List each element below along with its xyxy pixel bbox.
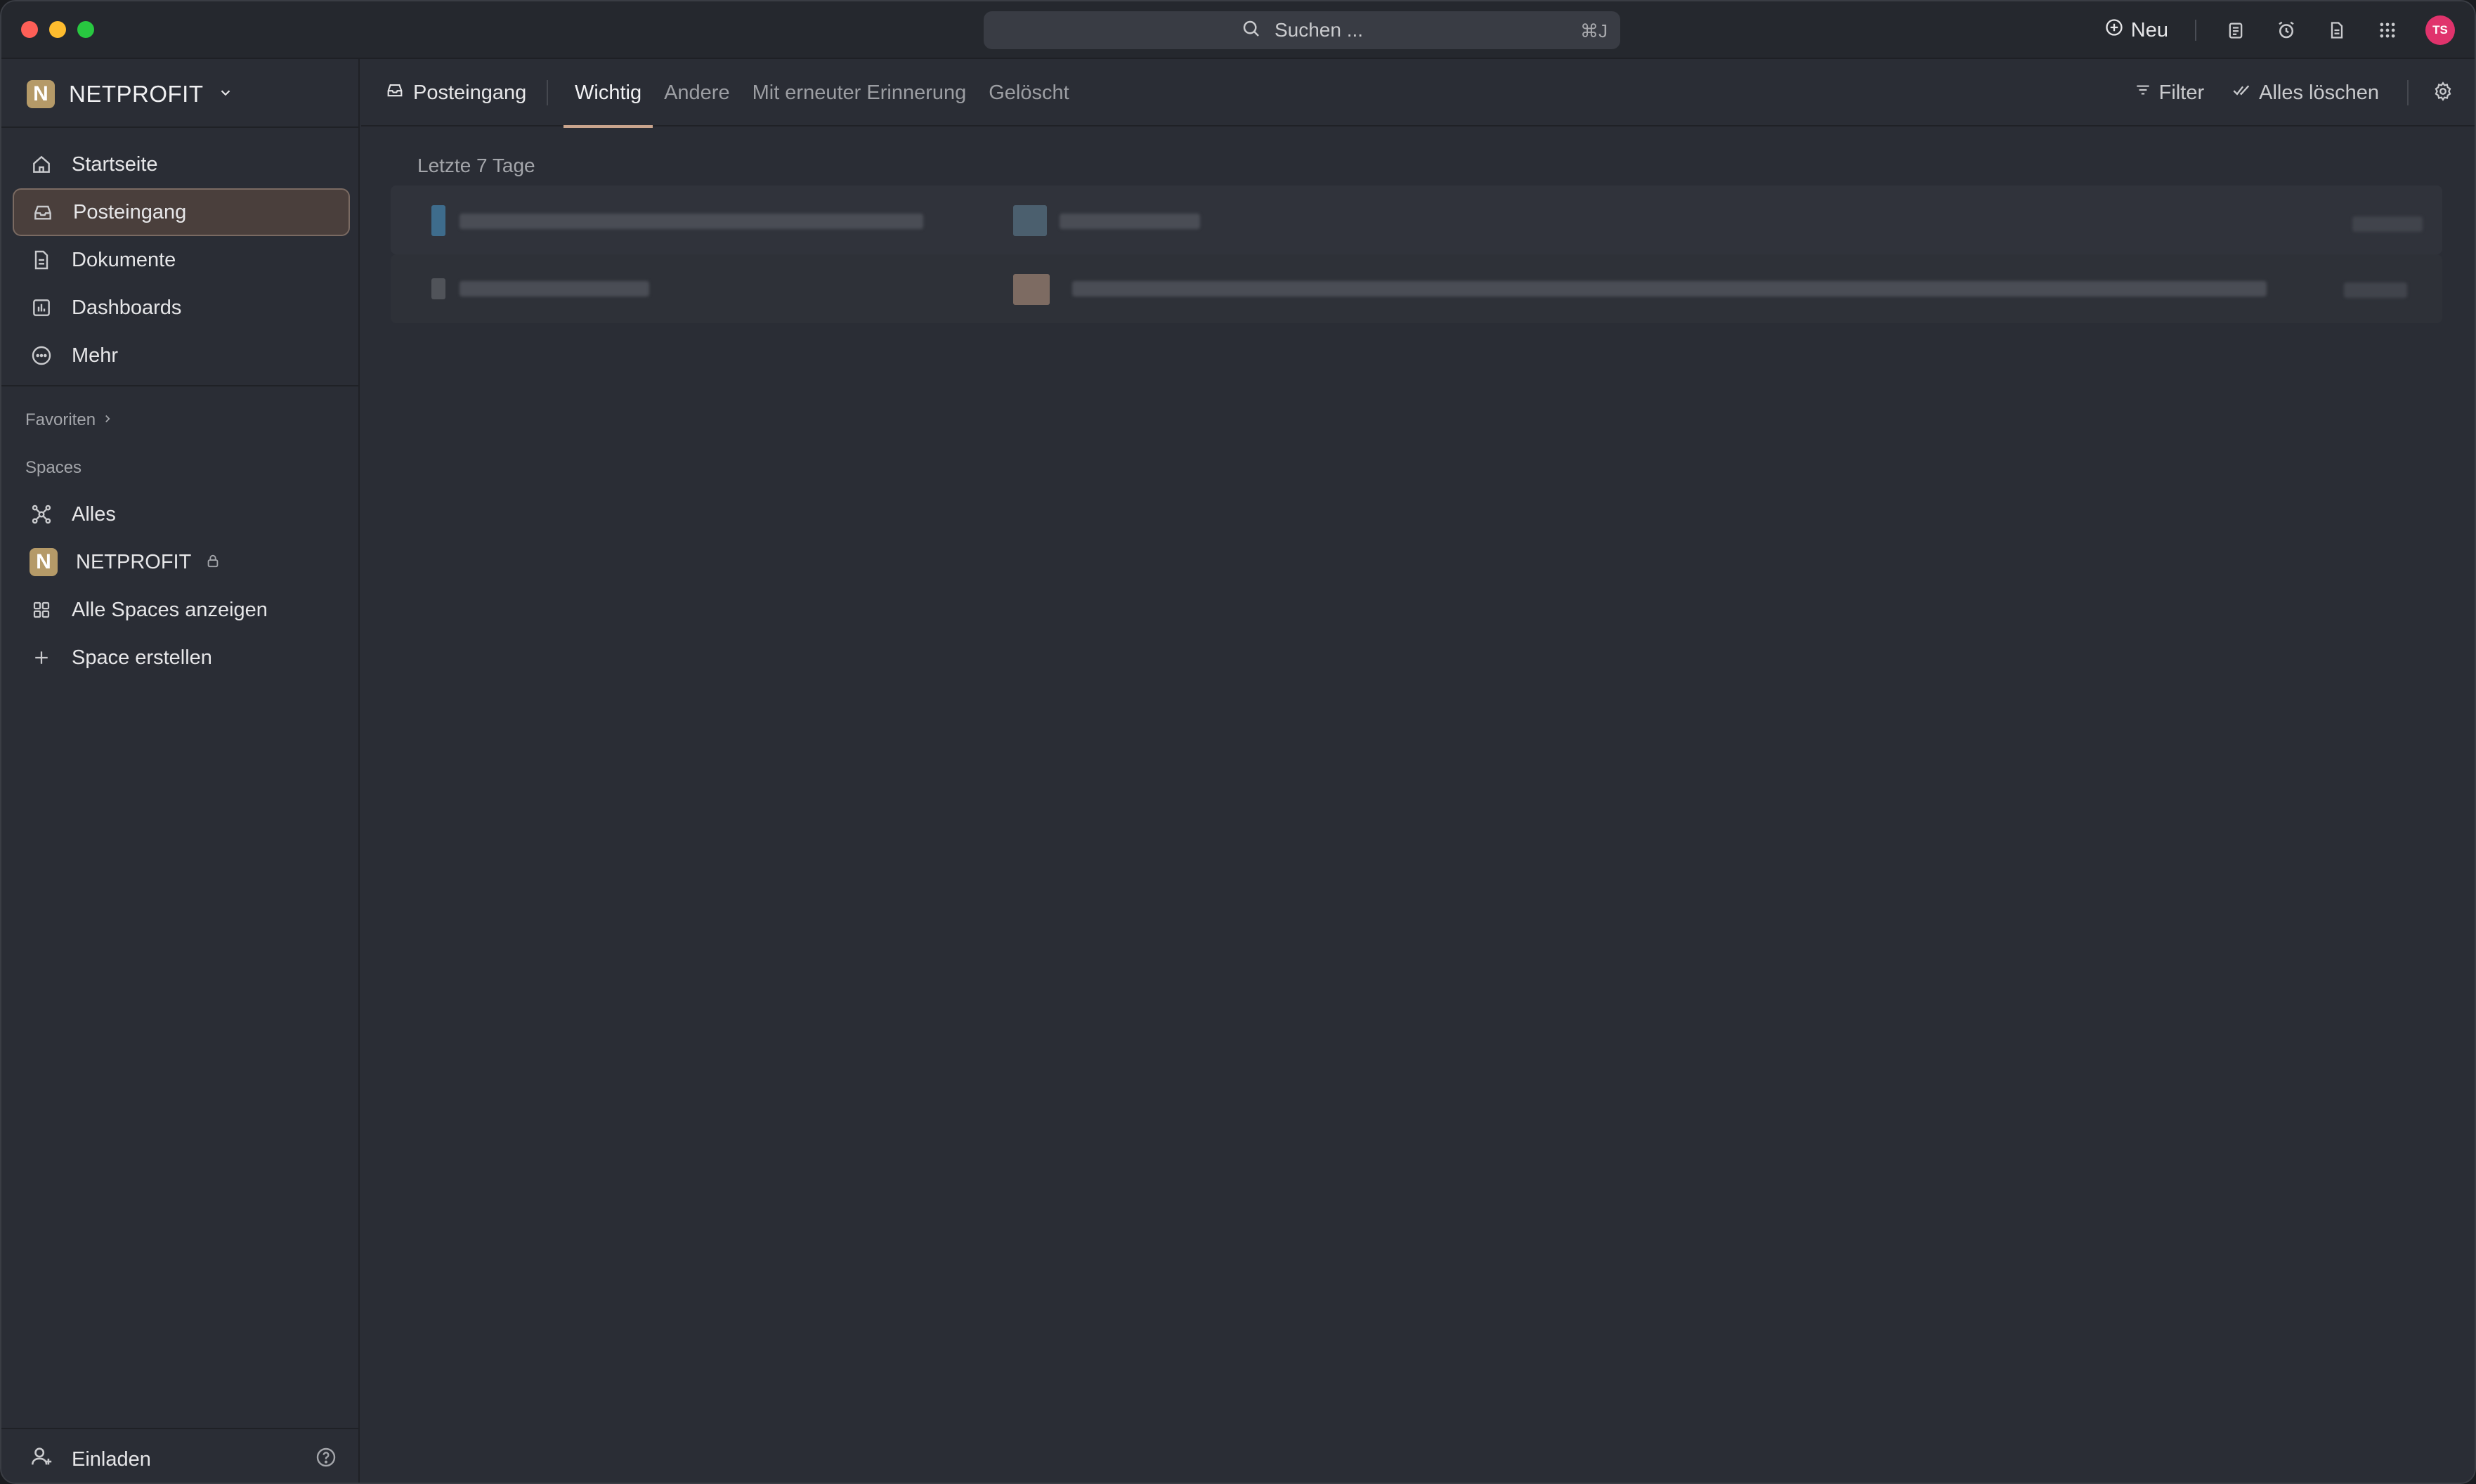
avatar [431, 278, 445, 299]
plus-icon [30, 646, 53, 670]
redacted-text [2352, 216, 2423, 232]
space-item-alles[interactable]: Alles [13, 490, 350, 538]
chevron-right-icon [101, 410, 114, 430]
document-icon [30, 248, 53, 272]
filter-icon [2134, 81, 2152, 105]
double-check-icon [2232, 80, 2252, 105]
clear-all-button[interactable]: Alles löschen [2232, 80, 2379, 105]
tab-wichtig[interactable]: Wichtig [563, 59, 653, 128]
sidebar-item-label: Dokumente [72, 248, 176, 271]
sidebar-item-mehr[interactable]: Mehr [13, 332, 350, 379]
help-icon[interactable] [315, 1446, 337, 1472]
tab-andere[interactable]: Andere [653, 59, 741, 126]
redacted-text [460, 281, 649, 297]
sidebar-item-startseite[interactable]: Startseite [13, 141, 350, 188]
maximize-window-button[interactable] [77, 21, 94, 38]
add-user-icon [30, 1445, 53, 1474]
space-item-create[interactable]: Space erstellen [13, 634, 350, 682]
sidebar-item-label: Dashboards [72, 296, 182, 319]
minimize-window-button[interactable] [49, 21, 66, 38]
redacted-text [460, 214, 923, 229]
redacted-text [1060, 214, 1200, 229]
avatar [1013, 274, 1050, 305]
space-item-label: Alle Spaces anzeigen [72, 598, 268, 621]
toolbar-divider [2195, 20, 2196, 41]
list-item[interactable] [391, 254, 2442, 323]
search-icon [1241, 18, 1262, 43]
section-title: Letzte 7 Tage [417, 155, 535, 176]
close-window-button[interactable] [21, 21, 38, 38]
sidebar-item-label: Posteingang [73, 200, 187, 223]
clipboard-icon[interactable] [2223, 18, 2248, 43]
spaces-label: Spaces [25, 458, 82, 477]
sidebar-item-dokumente[interactable]: Dokumente [13, 236, 350, 284]
sidebar-item-dashboards[interactable]: Dashboards [13, 284, 350, 332]
invite-button[interactable]: Einladen [30, 1445, 151, 1474]
workspace-name: NETPROFIT [69, 81, 204, 107]
sidebar-footer: Einladen [1, 1428, 358, 1483]
workspace-logo: N [27, 80, 55, 108]
avatar [1013, 205, 1047, 236]
space-logo: N [30, 548, 58, 576]
header-divider [2407, 80, 2409, 105]
network-icon [30, 502, 53, 526]
inbox-title-label: Posteingang [413, 81, 527, 104]
inbox-icon [31, 200, 55, 224]
space-item-label: Space erstellen [72, 646, 212, 669]
gear-icon[interactable] [2432, 81, 2454, 105]
alarm-icon[interactable] [2274, 18, 2299, 43]
inbox-icon [385, 80, 405, 105]
list-item[interactable] [391, 186, 2442, 254]
user-avatar[interactable]: TS [2425, 15, 2455, 45]
redacted-text [2344, 282, 2407, 298]
inbox-title: Posteingang [385, 80, 526, 105]
spaces-header: Spaces [25, 458, 82, 478]
chevron-down-icon [218, 85, 233, 104]
workspace-switcher[interactable]: N NETPROFIT [27, 80, 233, 108]
inbox-header: Posteingang Wichtig Andere Mit erneuter … [361, 59, 2475, 128]
lock-icon [205, 551, 221, 574]
more-icon [30, 344, 53, 367]
app-window: Suchen ... ⌘J Neu TS N NETPROFIT Startse… [0, 0, 2476, 1484]
dashboard-icon [30, 296, 53, 320]
sidebar-item-posteingang[interactable]: Posteingang [13, 188, 350, 236]
new-button-label: Neu [2130, 18, 2168, 41]
favorites-label: Favoriten [25, 410, 96, 429]
title-bar: Suchen ... ⌘J Neu TS [1, 1, 2475, 59]
plus-circle-icon [2104, 18, 2124, 43]
sidebar-nav: Startseite Posteingang Dokumente Dashboa… [13, 141, 350, 379]
sidebar-divider [1, 126, 358, 128]
inbox-list [391, 186, 2442, 323]
sidebar-divider [1, 385, 358, 386]
space-item-netprofit[interactable]: N NETPROFIT [13, 538, 350, 586]
space-item-label: Alles [72, 502, 116, 526]
favorites-header[interactable]: Favoriten [25, 410, 114, 430]
sidebar-item-label: Mehr [72, 344, 119, 367]
space-item-label: NETPROFIT [76, 550, 192, 573]
search-shortcut: ⌘J [1580, 20, 1608, 41]
filter-label: Filter [2158, 81, 2205, 104]
search-placeholder: Suchen ... [1274, 19, 1364, 41]
inbox-main: Posteingang Wichtig Andere Mit erneuter … [361, 59, 2475, 1483]
tab-erinnerung[interactable]: Mit erneuter Erinnerung [741, 59, 978, 126]
header-divider [547, 80, 548, 105]
grid-icon [30, 598, 53, 622]
document-icon[interactable] [2324, 18, 2350, 43]
search-input[interactable]: Suchen ... ⌘J [984, 11, 1620, 49]
new-button[interactable]: Neu [2104, 18, 2168, 43]
sidebar-item-label: Startseite [72, 152, 158, 176]
home-icon [30, 152, 53, 176]
inbox-tabs: Wichtig Andere Mit erneuter Erinnerung G… [563, 59, 1081, 128]
redacted-text [1072, 281, 2267, 297]
apps-grid-icon[interactable] [2375, 18, 2400, 43]
sidebar: N NETPROFIT Startseite Posteingang Dokum… [1, 59, 360, 1483]
space-item-show-all[interactable]: Alle Spaces anzeigen [13, 586, 350, 634]
invite-label: Einladen [72, 1447, 151, 1471]
spaces-list: Alles N NETPROFIT Alle Spaces anzeigen S… [13, 490, 350, 682]
filter-button[interactable]: Filter [2134, 81, 2204, 105]
tab-geloescht[interactable]: Gelöscht [977, 59, 1080, 126]
avatar [431, 205, 445, 236]
clear-all-label: Alles löschen [2259, 81, 2379, 104]
